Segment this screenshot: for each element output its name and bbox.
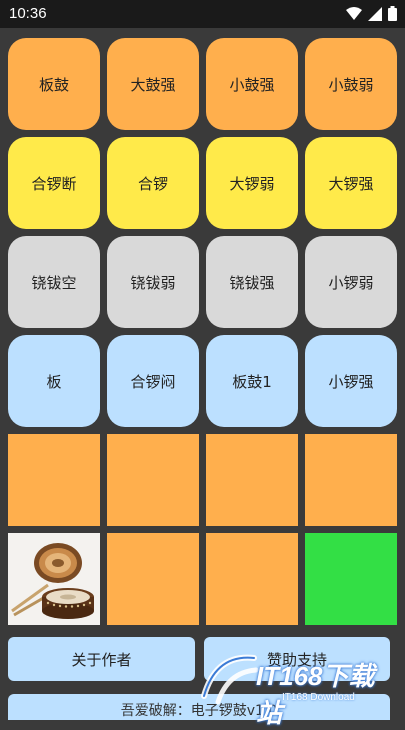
pad-blank-4[interactable] xyxy=(305,434,397,526)
pad-dagu-strong[interactable]: 大鼓强 xyxy=(107,38,199,130)
pad-green[interactable] xyxy=(305,533,397,625)
pad-blank-6[interactable] xyxy=(206,533,298,625)
pad-heluo-men[interactable]: 合锣闷 xyxy=(107,335,199,427)
pad-ban[interactable]: 板 xyxy=(8,335,100,427)
pad-bangu-1[interactable]: 板鼓1 xyxy=(206,335,298,427)
pad-blank-1[interactable] xyxy=(8,434,100,526)
drum-picture xyxy=(8,533,100,625)
support-button[interactable]: 赞助支持 xyxy=(204,637,390,681)
pad-naobo-weak[interactable]: 铙钹弱 xyxy=(107,236,199,328)
pad-xiaoluo-weak[interactable]: 小锣弱 xyxy=(305,236,397,328)
footer-text: 吾爱破解：电子锣鼓v1.0 xyxy=(120,703,278,719)
pad-xiaoluo-strong[interactable]: 小锣强 xyxy=(305,335,397,427)
pad-blank-3[interactable] xyxy=(206,434,298,526)
pad-bangu[interactable]: 板鼓 xyxy=(8,38,100,130)
pad-heluo[interactable]: 合锣 xyxy=(107,137,199,229)
pad-naobo-strong[interactable]: 铙钹强 xyxy=(206,236,298,328)
pad-grid: 板鼓 大鼓强 小鼓强 小鼓弱 合锣断 合锣 大锣弱 大锣强 铙钹空 铙钹弱 铙钹… xyxy=(8,38,397,625)
status-bar: 10:36 xyxy=(0,0,405,28)
battery-icon xyxy=(388,6,397,21)
footer-bar: 吾爱破解：电子锣鼓v1.0 xyxy=(8,694,390,720)
about-author-button[interactable]: 关于作者 xyxy=(8,637,195,681)
signal-icon xyxy=(368,6,382,21)
pad-xiaogu-strong[interactable]: 小鼓强 xyxy=(206,38,298,130)
wifi-icon xyxy=(346,6,362,20)
pad-xiaogu-weak[interactable]: 小鼓弱 xyxy=(305,38,397,130)
pad-blank-2[interactable] xyxy=(107,434,199,526)
pad-daluo-weak[interactable]: 大锣弱 xyxy=(206,137,298,229)
pad-heluo-duan[interactable]: 合锣断 xyxy=(8,137,100,229)
status-icons xyxy=(346,6,397,21)
pad-naobo-empty[interactable]: 铙钹空 xyxy=(8,236,100,328)
drum-image[interactable] xyxy=(8,533,100,625)
pad-blank-5[interactable] xyxy=(107,533,199,625)
status-time: 10:36 xyxy=(9,5,47,22)
pad-daluo-strong[interactable]: 大锣强 xyxy=(305,137,397,229)
